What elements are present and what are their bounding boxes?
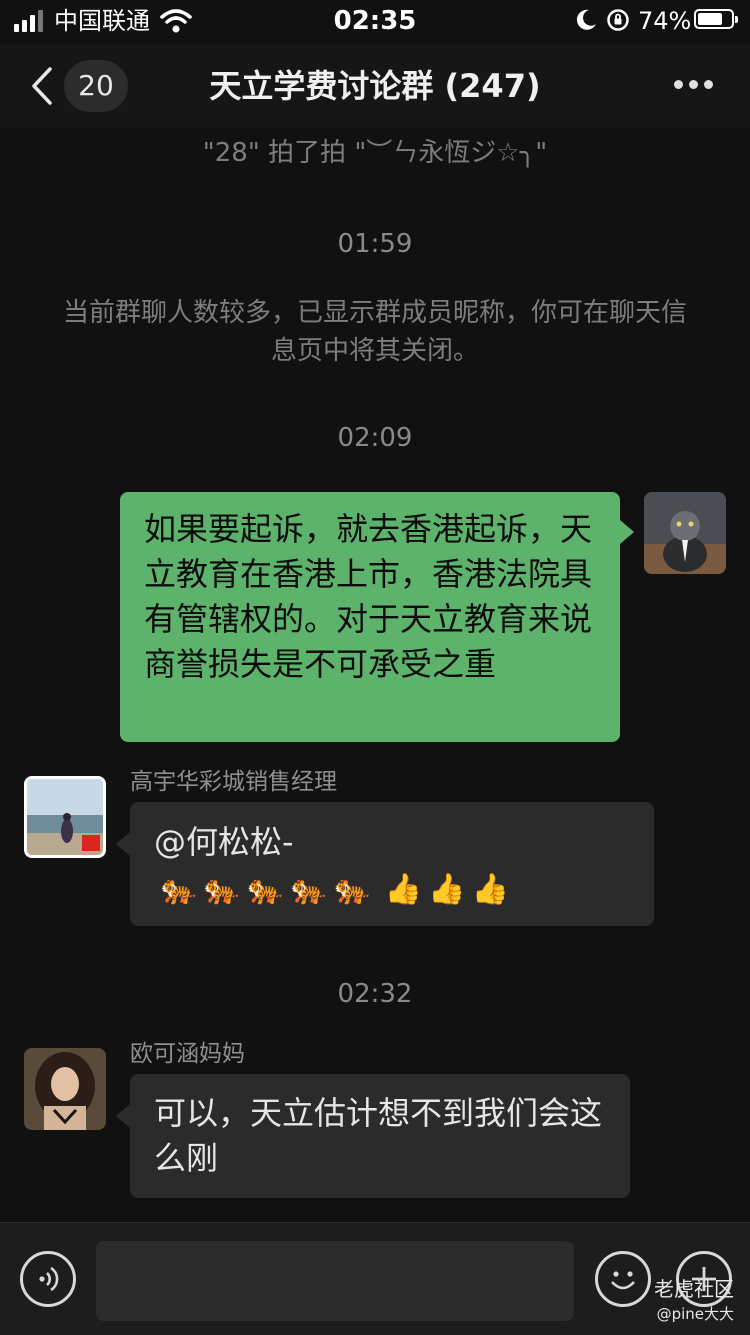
member-avatar[interactable] <box>24 1048 106 1130</box>
bubble-tail <box>116 832 130 856</box>
timestamp: 02:09 <box>337 423 413 453</box>
sender-name: 欧可涵妈妈 <box>130 1041 245 1067</box>
sender-name: 高宇华彩城销售经理 <box>130 769 337 795</box>
mention-text: @何松松- <box>154 823 294 861</box>
tiger-emoji: 🐅 <box>203 872 241 907</box>
more-options-icon[interactable] <box>674 80 714 92</box>
emoji-row: 🐅 🐅 🐅 🐅 🐅 👍 👍 👍 <box>154 866 509 912</box>
thumbs-up-emoji: 👍 <box>471 872 509 907</box>
chat-title: 天立学费讨论群 (247) <box>209 67 541 105</box>
timestamp: 02:32 <box>337 979 413 1009</box>
emoji-icon[interactable] <box>595 1251 651 1307</box>
member-avatar[interactable] <box>24 776 106 858</box>
back-chevron-icon[interactable] <box>28 66 56 106</box>
battery-percentage: 74% <box>638 7 692 35</box>
timestamp: 01:59 <box>337 229 413 259</box>
bubble-tail <box>620 520 634 544</box>
message-input[interactable] <box>96 1241 574 1321</box>
tiger-emoji: 🐅 <box>246 872 285 907</box>
member-message-bubble[interactable]: 可以，天立估计想不到我们会这么刚 <box>130 1074 630 1198</box>
cat-avatar-image <box>644 492 726 574</box>
tiger-emoji: 🐅 <box>160 872 198 907</box>
member-message-bubble[interactable]: @何松松-🐅 🐅 🐅 🐅 🐅 👍 👍 👍 <box>130 802 654 926</box>
chat-header: 20 天立学费讨论群 (247) <box>0 44 750 128</box>
status-bar: 中国联通 02:35 74% <box>0 0 750 44</box>
self-message-bubble[interactable]: 如果要起诉，就去香港起诉，天立教育在香港上市，香港法院具有管辖权的。对于天立教育… <box>120 492 620 742</box>
system-notice: 当前群聊人数较多，已显示群成员昵称，你可在聊天信息页中将其关闭。 <box>62 298 687 366</box>
beach-avatar-image <box>27 779 103 855</box>
message-text: 可以，天立估计想不到我们会这么刚 <box>154 1094 603 1177</box>
portrait-avatar-image <box>24 1048 106 1130</box>
message-text: 如果要起诉，就去香港起诉，天立教育在香港上市，香港法院具有管辖权的。对于天立教育… <box>144 510 593 683</box>
input-bar <box>0 1222 750 1335</box>
do-not-disturb-moon-icon <box>576 9 596 30</box>
pat-notice: "28" 拍了拍 "︶ㄣ永恆ジ☆╮" <box>202 138 548 168</box>
voice-input-icon[interactable] <box>20 1251 76 1307</box>
thumbs-up-emoji: 👍 <box>428 872 466 907</box>
unread-count-badge[interactable]: 20 <box>64 60 128 112</box>
tiger-emoji: 🐅 <box>290 872 328 907</box>
tiger-emoji: 🐅 <box>333 872 371 907</box>
self-avatar[interactable] <box>644 492 726 574</box>
orientation-lock-icon <box>607 9 629 31</box>
bubble-tail <box>116 1104 130 1128</box>
watermark: 老虎社区 <box>654 1277 734 1301</box>
thumbs-up-emoji: 👍 <box>384 872 423 907</box>
battery-icon <box>694 9 738 29</box>
watermark-handle: @pine大大 <box>656 1305 734 1323</box>
